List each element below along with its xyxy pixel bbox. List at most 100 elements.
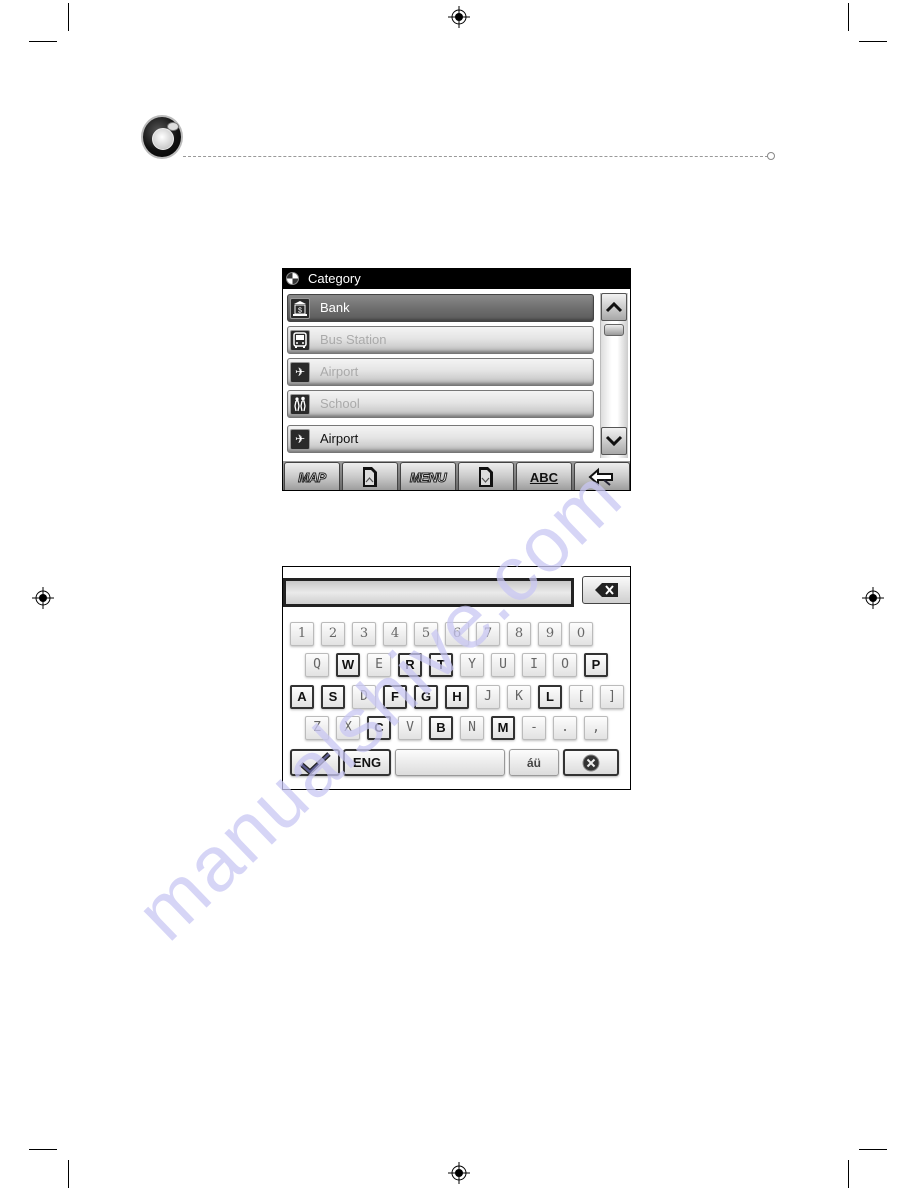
key-0[interactable]: 0 — [569, 622, 593, 646]
key-9[interactable]: 9 — [538, 622, 562, 646]
key-n[interactable]: N — [460, 716, 484, 740]
list-item-airport[interactable]: ✈ Airport — [287, 425, 594, 453]
divider-end-dot — [767, 152, 775, 160]
key-open-bracket[interactable]: [ — [569, 685, 593, 709]
category-screen: Category $ Bank Bus Station ✈ Airport Sc… — [282, 268, 631, 491]
key-comma[interactable]: , — [584, 716, 608, 740]
key-7[interactable]: 7 — [476, 622, 500, 646]
crop-mark — [68, 3, 69, 31]
page-up-icon — [363, 467, 377, 487]
backspace-button[interactable] — [582, 576, 630, 604]
map-button[interactable]: MAP — [284, 462, 340, 490]
key-u[interactable]: U — [491, 653, 515, 677]
language-button-label: ENG — [352, 755, 382, 770]
section-divider — [183, 156, 768, 157]
key-c[interactable]: C — [367, 716, 391, 740]
list-item-bank[interactable]: $ Bank — [287, 294, 594, 322]
list-item-bus-station[interactable]: Bus Station — [287, 326, 594, 354]
key-f[interactable]: F — [383, 685, 407, 709]
list-item-airport[interactable]: ✈ Airport — [287, 358, 594, 386]
airplane-icon: ✈ — [290, 429, 310, 450]
cancel-button[interactable] — [563, 749, 619, 776]
key-l[interactable]: L — [538, 685, 562, 709]
key-y[interactable]: Y — [460, 653, 484, 677]
screen-title: Category — [308, 271, 361, 286]
bottom-toolbar: MAP MENU ABC — [283, 461, 630, 490]
back-arrow-icon — [588, 467, 613, 487]
key-x[interactable]: X — [336, 716, 360, 740]
accent-key[interactable]: áü — [509, 749, 559, 776]
bus-icon — [290, 330, 310, 351]
key-v[interactable]: V — [398, 716, 422, 740]
title-bar: Category — [283, 269, 630, 289]
key-b[interactable]: B — [429, 716, 453, 740]
accent-key-label: áü — [526, 755, 541, 770]
key-h[interactable]: H — [445, 685, 469, 709]
list-item-label: School — [320, 396, 360, 411]
key-5[interactable]: 5 — [414, 622, 438, 646]
crop-mark — [848, 3, 849, 31]
abc-button[interactable]: ABC — [516, 462, 572, 490]
key-r[interactable]: R — [398, 653, 422, 677]
keyboard-screen: 1 2 3 4 5 6 7 8 9 0 Q W E R T Y U I O P A S D F G H J K L [] Z X C V B N M -.… — [282, 566, 631, 790]
svg-text:$: $ — [298, 308, 302, 315]
key-close-bracket[interactable]: ] — [600, 685, 624, 709]
ok-button[interactable] — [290, 749, 340, 776]
registration-mark-icon — [862, 587, 884, 609]
abc-button-label: ABC — [529, 469, 559, 485]
key-4[interactable]: 4 — [383, 622, 407, 646]
crop-mark — [848, 1160, 849, 1188]
key-t[interactable]: T — [429, 653, 453, 677]
menu-button-label: MENU — [409, 469, 447, 485]
key-p[interactable]: P — [584, 653, 608, 677]
key-w[interactable]: W — [336, 653, 360, 677]
scroll-up-button[interactable] — [601, 293, 627, 321]
school-children-icon — [290, 394, 310, 415]
key-e[interactable]: E — [367, 653, 391, 677]
space-key[interactable] — [395, 749, 505, 776]
language-button[interactable]: ENG — [343, 749, 391, 776]
key-z[interactable]: Z — [305, 716, 329, 740]
registration-mark-icon — [448, 6, 470, 28]
key-m[interactable]: M — [491, 716, 515, 740]
checkmark-icon — [299, 751, 331, 774]
backspace-icon — [595, 583, 618, 597]
chevron-up-icon — [605, 301, 623, 313]
back-button[interactable] — [574, 462, 630, 490]
key-o[interactable]: O — [553, 653, 577, 677]
page-up-button[interactable] — [342, 462, 398, 490]
key-2[interactable]: 2 — [321, 622, 345, 646]
key-j[interactable]: J — [476, 685, 500, 709]
list-item-label: Bus Station — [320, 332, 387, 347]
list-item-school[interactable]: School — [287, 390, 594, 418]
list-item-label: Airport — [320, 431, 359, 446]
list-item-label: Airport — [320, 364, 359, 379]
key-i[interactable]: I — [522, 653, 546, 677]
key-a[interactable]: A — [290, 685, 314, 709]
key-q[interactable]: Q — [305, 653, 329, 677]
scroll-thumb[interactable] — [604, 324, 624, 336]
key-8[interactable]: 8 — [507, 622, 531, 646]
key-s[interactable]: S — [321, 685, 345, 709]
crop-mark — [859, 1149, 887, 1150]
key-k[interactable]: K — [507, 685, 531, 709]
crop-mark — [29, 41, 57, 42]
registration-mark-icon — [448, 1162, 470, 1184]
key-d[interactable]: D — [352, 685, 376, 709]
menu-button[interactable]: MENU — [400, 462, 456, 490]
list-item-label: Bank — [320, 300, 350, 315]
page-down-icon — [479, 467, 493, 487]
key-1[interactable]: 1 — [290, 622, 314, 646]
key-period[interactable]: . — [553, 716, 577, 740]
scroll-down-button[interactable] — [601, 427, 627, 455]
bank-icon: $ — [290, 298, 310, 319]
crop-mark — [859, 41, 887, 42]
map-button-label: MAP — [298, 469, 327, 485]
key-dash[interactable]: - — [522, 716, 546, 740]
search-input[interactable] — [283, 578, 574, 607]
page-down-button[interactable] — [458, 462, 514, 490]
key-3[interactable]: 3 — [352, 622, 376, 646]
key-6[interactable]: 6 — [445, 622, 469, 646]
registration-mark-icon — [32, 587, 54, 609]
key-g[interactable]: G — [414, 685, 438, 709]
